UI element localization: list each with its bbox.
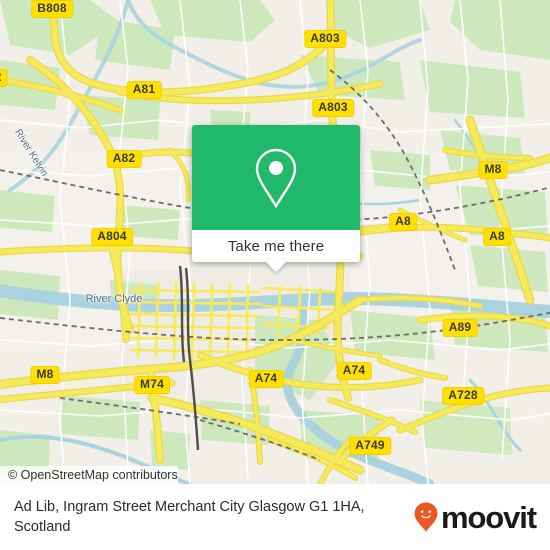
map-canvas[interactable]: River Clyde River Kelvin B808 A803 A803 …: [0, 0, 550, 484]
road-shield-a8-west[interactable]: A8: [389, 213, 417, 231]
road-shield-a74-west[interactable]: A74: [248, 370, 284, 388]
moovit-logo[interactable]: moovit: [414, 499, 537, 535]
take-me-there-button[interactable]: Take me there: [192, 230, 360, 262]
road-shield-a728[interactable]: A728: [442, 387, 484, 405]
moovit-wordmark: moovit: [440, 499, 537, 535]
road-shield-a82[interactable]: A82: [106, 150, 142, 168]
road-shield-a74-east[interactable]: A74: [336, 362, 372, 380]
popup-image-panel: [192, 125, 360, 230]
footer-bar: Ad Lib, Ingram Street Merchant City Glas…: [0, 484, 550, 550]
attribution-text: © OpenStreetMap contributors: [8, 468, 178, 482]
road-shield-a803-north[interactable]: A803: [304, 30, 346, 48]
water-label-river-clyde: River Clyde: [85, 293, 143, 305]
road-shield-m8-northeast[interactable]: M8: [478, 161, 508, 179]
road-shield-a749[interactable]: A749: [349, 437, 391, 455]
road-shield-a803-south[interactable]: A803: [312, 99, 354, 117]
road-shield-a8-east[interactable]: A8: [483, 228, 511, 246]
road-shield-edge-left[interactable]: 2: [0, 69, 8, 87]
map-page: River Clyde River Kelvin B808 A803 A803 …: [0, 0, 550, 550]
road-shield-a804[interactable]: A804: [91, 228, 133, 246]
place-address-title: Ad Lib, Ingram Street Merchant City Glas…: [14, 499, 365, 535]
map-attribution[interactable]: © OpenStreetMap contributors: [0, 466, 178, 484]
location-pin-icon: [255, 148, 297, 208]
road-shield-b808[interactable]: B808: [31, 0, 73, 18]
moovit-smiley-pin-icon: [414, 502, 438, 532]
road-shield-a81[interactable]: A81: [126, 81, 162, 99]
road-shield-m74[interactable]: M74: [134, 376, 170, 394]
location-popup-card[interactable]: Take me there: [192, 125, 360, 272]
take-me-there-label: Take me there: [227, 237, 325, 255]
popup-pointer-tail: [265, 261, 287, 272]
road-shield-a89[interactable]: A89: [442, 319, 478, 337]
road-shield-m8-southwest[interactable]: M8: [30, 366, 60, 384]
